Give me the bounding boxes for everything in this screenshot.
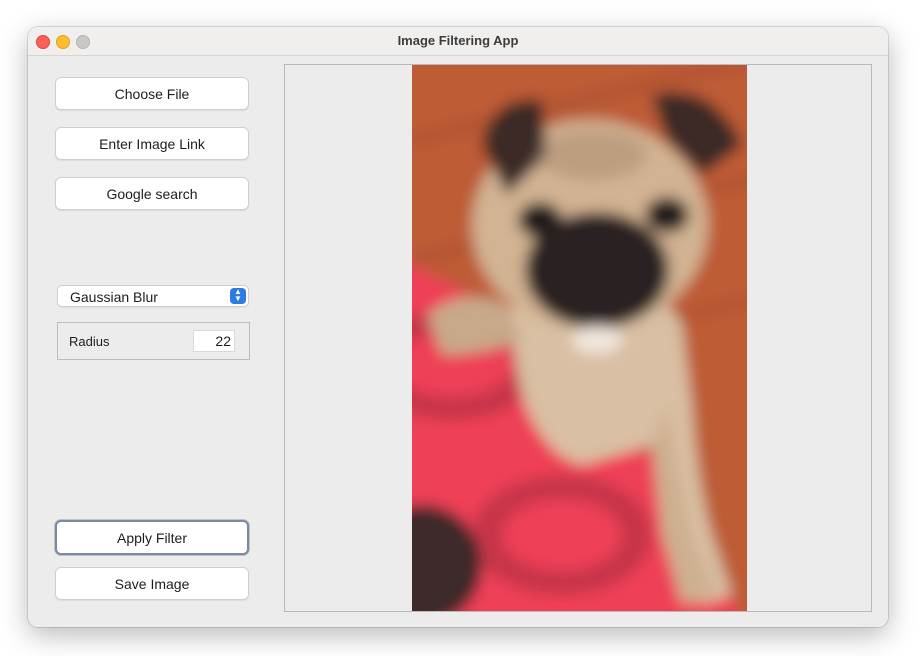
select-chevrons-icon: ▲ ▼: [230, 288, 246, 304]
app-window: Image Filtering App Choose File Enter Im…: [28, 27, 888, 627]
radius-label: Radius: [69, 334, 110, 349]
google-search-button[interactable]: Google search: [55, 177, 249, 210]
filter-select-value: Gaussian Blur: [70, 289, 158, 305]
save-image-button[interactable]: Save Image: [55, 567, 249, 600]
window-title: Image Filtering App: [397, 33, 519, 48]
choose-file-button[interactable]: Choose File: [55, 77, 249, 110]
pug-photo-illustration: [412, 65, 747, 611]
filter-parameter-panel: Radius 22: [57, 322, 250, 360]
filter-select[interactable]: Gaussian Blur ▲ ▼: [57, 285, 249, 307]
radius-input[interactable]: 22: [193, 330, 235, 352]
enter-image-link-button[interactable]: Enter Image Link: [55, 127, 249, 160]
title-bar[interactable]: Image Filtering App: [28, 27, 888, 56]
main-content: Choose File Enter Image Link Google sear…: [28, 56, 888, 627]
preview-image: [412, 65, 747, 611]
apply-filter-button[interactable]: Apply Filter: [55, 520, 249, 555]
image-preview-panel: [284, 64, 872, 612]
